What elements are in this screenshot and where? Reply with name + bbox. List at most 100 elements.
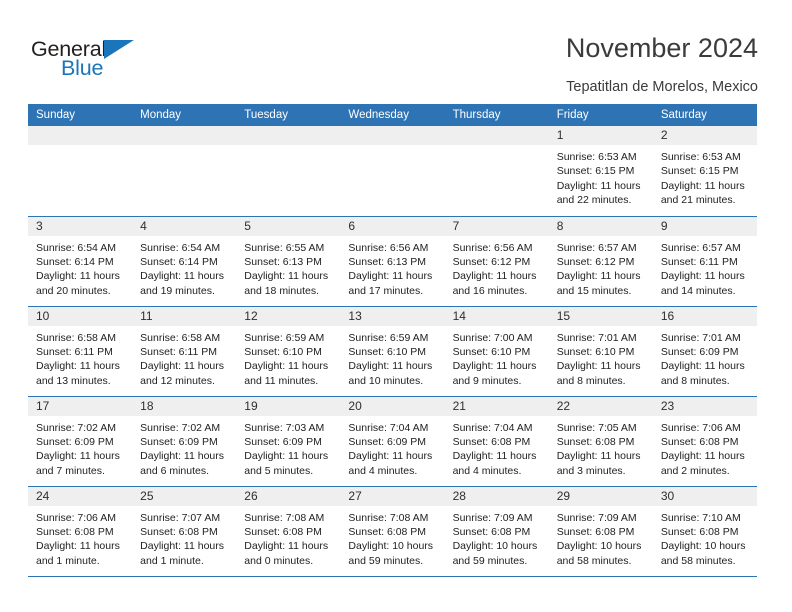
sunset-text: Sunset: 6:11 PM [660, 255, 738, 268]
sunrise-text: Sunrise: 7:05 AM [556, 421, 637, 434]
daylight-text: Daylight: 11 hours and 3 minutes. [556, 450, 641, 477]
calendar-day-cell[interactable]: 14 Sunrise: 7:00 AM Sunset: 6:10 PM Dayligh… [444, 305, 549, 396]
calendar-day-cell[interactable]: 2 Sunrise: 6:53 AM Sunset: 6:15 PM Daylight… [652, 126, 757, 216]
sunset-text: Sunset: 6:15 PM [556, 165, 635, 178]
sunset-text: Sunset: 6:10 PM [452, 345, 531, 358]
sunrise-text: Sunrise: 7:00 AM [452, 331, 533, 344]
day-details: Sunrise: 6:54 AM Sunset: 6:14 PM Daylight:… [28, 236, 132, 299]
daylight-text: Daylight: 10 hours and 59 minutes. [452, 540, 538, 567]
sunset-text: Sunset: 6:08 PM [348, 525, 427, 538]
calendar-day-cell[interactable]: 24 Sunrise: 7:06 AM Sunset: 6:08 PM Dayligh… [28, 485, 133, 577]
day-number: 4 [132, 216, 237, 236]
sunrise-text: Sunrise: 6:54 AM [140, 241, 221, 254]
calendar-header-sunday: Sunday [28, 104, 133, 126]
daylight-text: Daylight: 10 hours and 58 minutes. [556, 540, 642, 567]
day-details: Sunrise: 7:05 AM Sunset: 6:08 PM Daylight:… [549, 416, 653, 479]
day-details: Sunrise: 6:58 AM Sunset: 6:11 PM Daylight:… [132, 326, 236, 389]
day-number: 10 [28, 306, 133, 326]
calendar-day-cell[interactable]: 20 Sunrise: 7:04 AM Sunset: 6:09 PM Dayligh… [340, 395, 445, 486]
calendar-day-cell[interactable]: 18 Sunrise: 7:02 AM Sunset: 6:09 PM Dayligh… [132, 395, 237, 486]
day-details: Sunrise: 6:58 AM Sunset: 6:11 PM Daylight:… [28, 326, 132, 389]
calendar-day-cell[interactable]: 11 Sunrise: 6:58 AM Sunset: 6:11 PM Dayligh… [132, 305, 237, 396]
day-number [132, 126, 237, 145]
daylight-text: Daylight: 11 hours and 4 minutes. [452, 450, 537, 477]
calendar-day-cell[interactable]: 23 Sunrise: 7:06 AM Sunset: 6:08 PM Dayligh… [652, 395, 757, 486]
sunrise-text: Sunrise: 7:04 AM [452, 421, 533, 434]
sunset-text: Sunset: 6:12 PM [556, 255, 635, 268]
calendar-day-cell[interactable]: 27 Sunrise: 7:08 AM Sunset: 6:08 PM Dayligh… [340, 485, 445, 577]
sunset-text: Sunset: 6:08 PM [140, 525, 218, 538]
day-number: 14 [444, 306, 549, 326]
calendar-day-cell[interactable]: 30 Sunrise: 7:10 AM Sunset: 6:08 PM Dayligh… [652, 485, 757, 577]
sunset-text: Sunset: 6:15 PM [660, 165, 739, 178]
sunrise-text: Sunrise: 7:09 AM [452, 511, 533, 524]
day-number: 5 [236, 216, 341, 236]
calendar-day-cell[interactable]: 29 Sunrise: 7:09 AM Sunset: 6:08 PM Dayligh… [548, 485, 653, 577]
sunset-text: Sunset: 6:09 PM [244, 435, 322, 448]
day-details: Sunrise: 7:08 AM Sunset: 6:08 PM Daylight:… [236, 506, 340, 569]
day-number [444, 126, 549, 145]
day-details: Sunrise: 7:07 AM Sunset: 6:08 PM Daylight:… [132, 506, 236, 569]
calendar-day-cell-empty [28, 126, 133, 216]
sunset-text: Sunset: 6:13 PM [348, 255, 427, 268]
calendar-header-wednesday: Wednesday [340, 104, 445, 126]
calendar-day-cell[interactable]: 10 Sunrise: 6:58 AM Sunset: 6:11 PM Dayligh… [28, 305, 133, 396]
day-number: 21 [444, 396, 549, 416]
calendar-week-row: 24 Sunrise: 7:06 AM Sunset: 6:08 PM Dayligh… [28, 485, 757, 577]
daylight-text: Daylight: 11 hours and 22 minutes. [556, 179, 641, 207]
day-number: 9 [652, 216, 757, 236]
general-blue-logo[interactable]: General Blue [31, 37, 151, 83]
day-details: Sunrise: 6:53 AM Sunset: 6:15 PM Daylight:… [653, 145, 757, 208]
sunrise-text: Sunrise: 7:09 AM [556, 511, 637, 524]
calendar-day-cell[interactable]: 8 Sunrise: 6:57 AM Sunset: 6:12 PM Daylight… [548, 215, 653, 306]
day-number: 25 [132, 486, 237, 506]
daylight-text: Daylight: 11 hours and 18 minutes. [244, 270, 329, 297]
daylight-text: Daylight: 11 hours and 4 minutes. [348, 450, 433, 477]
calendar-day-cell[interactable]: 1 Sunrise: 6:53 AM Sunset: 6:15 PM Daylight… [548, 126, 653, 216]
sunrise-text: Sunrise: 6:53 AM [556, 151, 637, 163]
page-title: November 2024 [565, 33, 758, 63]
calendar-day-cell[interactable]: 4 Sunrise: 6:54 AM Sunset: 6:14 PM Daylight… [132, 215, 237, 306]
sunset-text: Sunset: 6:09 PM [660, 345, 739, 358]
sunrise-text: Sunrise: 7:01 AM [556, 331, 637, 344]
sunset-text: Sunset: 6:08 PM [556, 525, 635, 538]
calendar-day-cell[interactable]: 16 Sunrise: 7:01 AM Sunset: 6:09 PM Dayligh… [652, 305, 757, 396]
calendar-day-cell[interactable]: 28 Sunrise: 7:09 AM Sunset: 6:08 PM Dayligh… [444, 485, 549, 577]
calendar-day-cell[interactable]: 17 Sunrise: 7:02 AM Sunset: 6:09 PM Dayligh… [28, 395, 133, 486]
sunrise-text: Sunrise: 7:03 AM [244, 421, 325, 434]
sunset-text: Sunset: 6:09 PM [36, 435, 114, 448]
calendar-day-cell[interactable]: 5 Sunrise: 6:55 AM Sunset: 6:13 PM Daylight… [236, 215, 341, 306]
sunset-text: Sunset: 6:08 PM [36, 525, 114, 538]
sunset-text: Sunset: 6:09 PM [140, 435, 218, 448]
calendar-day-cell[interactable]: 19 Sunrise: 7:03 AM Sunset: 6:09 PM Dayligh… [236, 395, 341, 486]
calendar-day-cell[interactable]: 12 Sunrise: 6:59 AM Sunset: 6:10 PM Dayligh… [236, 305, 341, 396]
daylight-text: Daylight: 11 hours and 14 minutes. [660, 270, 745, 297]
calendar-day-cell[interactable]: 22 Sunrise: 7:05 AM Sunset: 6:08 PM Dayligh… [548, 395, 653, 486]
logo-text-blue: Blue [61, 56, 104, 80]
calendar-day-cell[interactable]: 6 Sunrise: 6:56 AM Sunset: 6:13 PM Daylight… [340, 215, 445, 306]
calendar-day-cell[interactable]: 15 Sunrise: 7:01 AM Sunset: 6:10 PM Dayligh… [548, 305, 653, 396]
sunrise-text: Sunrise: 7:01 AM [660, 331, 741, 344]
day-details: Sunrise: 6:56 AM Sunset: 6:13 PM Daylight:… [340, 236, 444, 299]
daylight-text: Daylight: 11 hours and 8 minutes. [556, 360, 641, 387]
daylight-text: Daylight: 11 hours and 11 minutes. [244, 360, 329, 387]
calendar-day-cell[interactable]: 13 Sunrise: 6:59 AM Sunset: 6:10 PM Dayligh… [340, 305, 445, 396]
calendar-day-cell[interactable]: 7 Sunrise: 6:56 AM Sunset: 6:12 PM Daylight… [444, 215, 549, 306]
calendar-day-cell[interactable]: 26 Sunrise: 7:08 AM Sunset: 6:08 PM Dayligh… [236, 485, 341, 577]
sunset-text: Sunset: 6:14 PM [140, 255, 218, 268]
day-number: 17 [28, 396, 133, 416]
calendar-day-cell[interactable]: 3 Sunrise: 6:54 AM Sunset: 6:14 PM Daylight… [28, 215, 133, 306]
calendar-header-tuesday: Tuesday [236, 104, 341, 126]
calendar-day-cell[interactable]: 25 Sunrise: 7:07 AM Sunset: 6:08 PM Dayligh… [132, 485, 237, 577]
sunset-text: Sunset: 6:08 PM [556, 435, 635, 448]
day-details: Sunrise: 7:06 AM Sunset: 6:08 PM Daylight:… [28, 506, 132, 569]
day-number: 28 [444, 486, 549, 506]
sunset-text: Sunset: 6:10 PM [244, 345, 322, 358]
day-details: Sunrise: 6:56 AM Sunset: 6:12 PM Daylight:… [445, 236, 549, 299]
day-number: 6 [340, 216, 445, 236]
calendar-day-cell[interactable]: 21 Sunrise: 7:04 AM Sunset: 6:08 PM Dayligh… [444, 395, 549, 486]
day-number [28, 126, 133, 145]
day-number: 11 [132, 306, 237, 326]
sunrise-text: Sunrise: 7:02 AM [36, 421, 116, 434]
calendar-day-cell[interactable]: 9 Sunrise: 6:57 AM Sunset: 6:11 PM Daylight… [652, 215, 757, 306]
